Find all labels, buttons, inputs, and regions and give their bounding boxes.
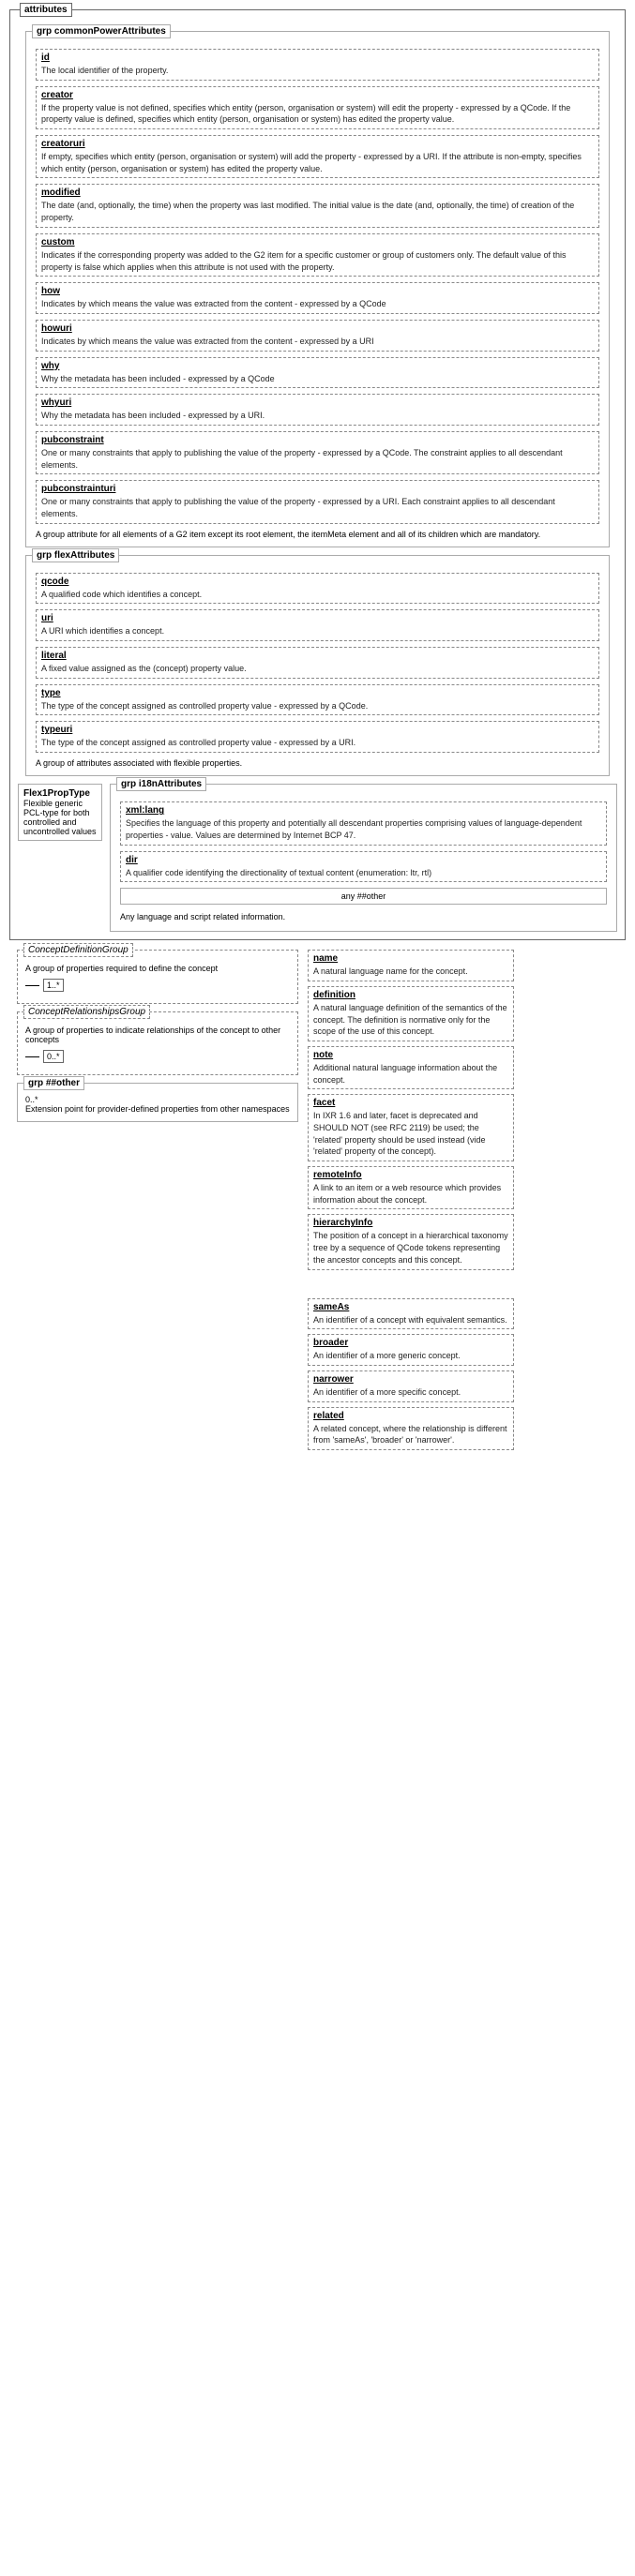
prop-pubconstraint-name: pubconstraint xyxy=(41,435,594,445)
prop-creator-name: creator xyxy=(41,90,594,100)
prop-typeuri: typeuri The type of the concept assigned… xyxy=(36,721,599,753)
prop-literal-name: literal xyxy=(41,651,594,661)
middle-right: name A natural language name for the con… xyxy=(308,950,618,1450)
prop-creatoruri: creatoruri If empty, specifies which ent… xyxy=(36,135,599,178)
prop-pubconstrainturi: pubconstrainturi One or many constraints… xyxy=(36,480,599,523)
prop-typeuri-desc: The type of the concept assigned as cont… xyxy=(41,738,355,747)
prop-whyuri-desc: Why the metadata has been included - exp… xyxy=(41,411,265,420)
concept-relationships-group-title: ConceptRelationshipsGroup xyxy=(23,1005,150,1019)
prop-creator: creator If the property value is not def… xyxy=(36,86,599,129)
prop-pubconstrainturi-desc: One or many constraints that apply to pu… xyxy=(41,497,555,518)
right-prop-facet: facet In IXR 1.6 and later, facet is dep… xyxy=(308,1094,514,1161)
middle-left: ConceptDefinitionGroup A group of proper… xyxy=(17,950,298,1130)
any-other-i18n-desc: Any language and script related informat… xyxy=(118,910,609,923)
flex1prop-type-box: Flex1PropType Flexible generic PCL-type … xyxy=(18,784,102,841)
spacer xyxy=(308,1275,618,1294)
prop-qcode-name: qcode xyxy=(41,577,594,587)
concept-relationships-group-box: ConceptRelationshipsGroup A group of pro… xyxy=(17,1011,298,1075)
prop-pubconstraint: pubconstraint One or many constraints th… xyxy=(36,431,599,474)
middle-area: ConceptDefinitionGroup A group of proper… xyxy=(17,950,618,1450)
prop-why: why Why the metadata has been included -… xyxy=(36,357,599,389)
prop-dir-desc: A qualifier code identifying the directi… xyxy=(126,868,431,877)
prop-typeuri-name: typeuri xyxy=(41,725,594,735)
prop-creator-desc: If the property value is not defined, sp… xyxy=(41,103,570,125)
prop-xmllang-desc: Specifies the language of this property … xyxy=(126,818,582,840)
prop-custom-name: custom xyxy=(41,237,594,247)
right-prop-sameas: sameAs An identifier of a concept with e… xyxy=(308,1298,514,1330)
concept-definition-group-box: ConceptDefinitionGroup A group of proper… xyxy=(17,950,298,1004)
prop-type-name: type xyxy=(41,688,594,698)
prop-why-name: why xyxy=(41,361,594,371)
prop-how-desc: Indicates by which means the value was e… xyxy=(41,299,386,308)
prop-custom: custom Indicates if the corresponding pr… xyxy=(36,233,599,277)
multiplicity-rel: 0..* xyxy=(43,1050,64,1063)
right-prop-hierarchyinfo: hierarchyInfo The position of a concept … xyxy=(308,1214,514,1269)
any-other-i18n: any ##other xyxy=(120,888,607,905)
prop-modified-desc: The date (and, optionally, the time) whe… xyxy=(41,201,574,222)
prop-modified-name: modified xyxy=(41,187,594,198)
any-other-bottom-title: grp ##other xyxy=(23,1076,84,1090)
any-other-bottom-desc: Extension point for provider-defined pro… xyxy=(25,1104,290,1114)
prop-creatoruri-name: creatoruri xyxy=(41,139,594,149)
right-prop-note: note Additional natural language informa… xyxy=(308,1046,514,1089)
prop-xmllang: xml:lang Specifies the language of this … xyxy=(120,801,607,845)
prop-whyuri-name: whyuri xyxy=(41,397,594,408)
i18n-attributes-group: grp i18nAttributes xml:lang Specifies th… xyxy=(110,784,617,932)
concept-definition-group-desc: A group of properties required to define… xyxy=(25,964,290,973)
prop-why-desc: Why the metadata has been included - exp… xyxy=(41,374,275,383)
common-power-attributes-group: grp commonPowerAttributes id The local i… xyxy=(25,31,610,547)
concept-relationships-group-desc: A group of properties to indicate relati… xyxy=(25,1026,290,1044)
attributes-container: attributes grp commonPowerAttributes id … xyxy=(9,9,626,940)
prop-qcode: qcode A qualified code which identifies … xyxy=(36,573,599,605)
prop-dir-name: dir xyxy=(126,855,601,865)
prop-type-desc: The type of the concept assigned as cont… xyxy=(41,701,368,711)
flex1prop-type-desc: Flexible generic PCL-type for both contr… xyxy=(23,799,97,836)
prop-whyuri: whyuri Why the metadata has been include… xyxy=(36,394,599,426)
prop-pubconstraint-desc: One or many constraints that apply to pu… xyxy=(41,448,563,470)
prop-custom-desc: Indicates if the corresponding property … xyxy=(41,250,566,272)
right-prop-narrower: narrower An identifier of a more specifi… xyxy=(308,1370,514,1402)
concept-definition-group-title: ConceptDefinitionGroup xyxy=(23,943,133,957)
right-prop-remoteinfo: remoteInfo A link to an item or a web re… xyxy=(308,1166,514,1209)
multiplicity-def: 1..* xyxy=(43,979,64,992)
flex1prop-type-title: Flex1PropType xyxy=(23,788,97,799)
prop-id: id The local identifier of the property. xyxy=(36,49,599,81)
flex-attributes-group: grp flexAttributes qcode A qualified cod… xyxy=(25,555,610,776)
right-prop-definition: definition A natural language definition… xyxy=(308,986,514,1041)
prop-uri: uri A URI which identifies a concept. xyxy=(36,609,599,641)
prop-dir: dir A qualifier code identifying the dir… xyxy=(120,851,607,883)
flex-attributes-label: grp flexAttributes xyxy=(32,548,119,562)
prop-how: how Indicates by which means the value w… xyxy=(36,282,599,314)
connector-symbol-rel: ⎯⎯⎯ xyxy=(25,1052,39,1062)
prop-literal: literal A fixed value assigned as the (c… xyxy=(36,647,599,679)
i18n-attributes-label: grp i18nAttributes xyxy=(116,777,206,791)
page: attributes grp commonPowerAttributes id … xyxy=(0,0,635,1467)
any-other-bottom-box: grp ##other 0..* Extension point for pro… xyxy=(17,1083,298,1122)
prop-howuri-name: howuri xyxy=(41,323,594,334)
prop-qcode-desc: A qualified code which identifies a conc… xyxy=(41,590,202,599)
prop-pubconstrainturi-name: pubconstrainturi xyxy=(41,484,594,494)
prop-uri-name: uri xyxy=(41,613,594,623)
any-other-bottom-mult: 0..* xyxy=(25,1095,290,1104)
prop-howuri-desc: Indicates by which means the value was e… xyxy=(41,337,374,346)
prop-id-desc: The local identifier of the property. xyxy=(41,66,168,75)
common-power-attributes-label: grp commonPowerAttributes xyxy=(32,24,171,38)
prop-id-name: id xyxy=(41,52,594,63)
connector-symbol: ⎯⎯⎯ xyxy=(25,981,39,991)
common-power-footer: A group attribute for all elements of a … xyxy=(34,530,601,539)
flex-footer: A group of attributes associated with fl… xyxy=(34,758,601,768)
right-prop-related: related A related concept, where the rel… xyxy=(308,1407,514,1450)
prop-creatoruri-desc: If empty, specifies which entity (person… xyxy=(41,152,582,173)
right-prop-name: name A natural language name for the con… xyxy=(308,950,514,981)
prop-literal-desc: A fixed value assigned as the (concept) … xyxy=(41,664,247,673)
attributes-title: attributes xyxy=(20,3,72,17)
prop-modified: modified The date (and, optionally, the … xyxy=(36,184,599,227)
right-prop-broader: broader An identifier of a more generic … xyxy=(308,1334,514,1366)
prop-type: type The type of the concept assigned as… xyxy=(36,684,599,716)
prop-xmllang-name: xml:lang xyxy=(126,805,601,816)
prop-uri-desc: A URI which identifies a concept. xyxy=(41,626,164,636)
prop-howuri: howuri Indicates by which means the valu… xyxy=(36,320,599,352)
prop-how-name: how xyxy=(41,286,594,296)
